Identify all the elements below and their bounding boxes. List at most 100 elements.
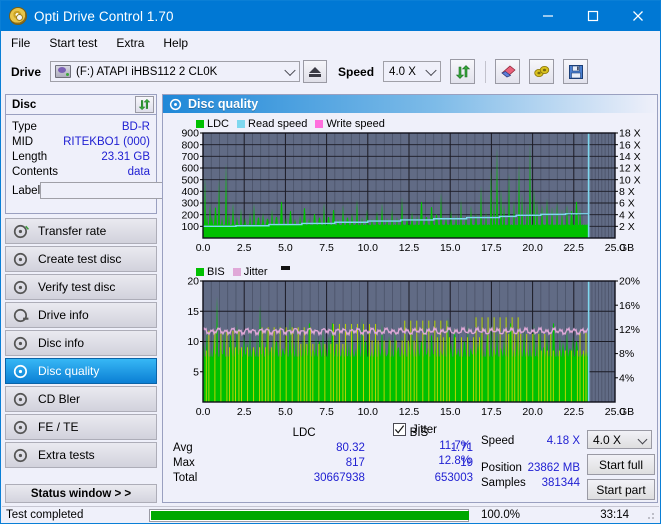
svg-text:GB: GB [619, 242, 634, 254]
save-button[interactable] [563, 59, 589, 84]
progress-bar-fill [151, 510, 469, 520]
sidebar-item-verify-test-disc[interactable]: Verify test disc [5, 274, 157, 300]
speed-select[interactable]: 4.0 X [383, 61, 442, 82]
elapsed-time: 33:14 [600, 509, 629, 521]
disc-quality-icon [169, 98, 182, 110]
disc-icon [13, 420, 28, 434]
disc-icon [13, 224, 29, 238]
svg-text:18 X: 18 X [619, 128, 641, 140]
svg-text:2.5: 2.5 [237, 242, 252, 254]
menu-file[interactable]: File [11, 36, 30, 50]
svg-text:6 X: 6 X [619, 198, 635, 210]
plug-button[interactable] [529, 59, 555, 84]
status-window-button[interactable]: Status window > > [5, 484, 157, 503]
sidebar-item-extra-tests[interactable]: Extra tests [5, 442, 157, 468]
avg-ldc-value: 80.32 [336, 441, 365, 454]
maximize-icon[interactable] [570, 1, 615, 31]
sidebar-item-label: Disc info [38, 336, 85, 350]
panel-header: Disc quality [163, 95, 657, 113]
svg-text:5.0: 5.0 [278, 242, 293, 254]
svg-text:17.5: 17.5 [481, 242, 502, 254]
panel-title: Disc quality [188, 97, 259, 111]
start-part-button[interactable]: Start part [587, 479, 655, 500]
svg-text:10.0: 10.0 [358, 242, 379, 254]
jitter-checkbox[interactable] [393, 423, 406, 436]
save-icon [568, 64, 583, 79]
disc-row-mid: MID RITEKBO1 (000) [12, 134, 150, 149]
speed-select-bottom[interactable]: 4.0 X [587, 430, 652, 449]
svg-text:12.5: 12.5 [399, 406, 420, 418]
legend-swatch-jitter [232, 267, 241, 276]
eraser-icon [500, 65, 516, 77]
svg-text:400: 400 [181, 186, 199, 198]
table-row: Total 30667938 653003 [173, 470, 473, 485]
disc-type-label: Type [12, 120, 37, 133]
disc-row-length: Length 23.31 GB [12, 149, 150, 164]
sidebar-item-disc-quality[interactable]: Disc quality [5, 358, 157, 384]
minimize-icon[interactable] [525, 1, 570, 31]
status-bar: Test completed 100.0% 33:14 [2, 506, 659, 523]
eject-button[interactable] [303, 60, 328, 83]
sidebar-item-label: FE / TE [38, 420, 79, 434]
disc-refresh-button[interactable] [135, 96, 154, 113]
svg-text:2 X: 2 X [619, 221, 635, 233]
sidebar-item-fe-te[interactable]: FE / TE [5, 414, 157, 440]
disc-icon [13, 280, 28, 294]
drive-select[interactable]: (F:) ATAPI iHBS112 2 CL0K [50, 61, 301, 82]
sidebar-item-disc-info[interactable]: Disc info [5, 330, 157, 356]
svg-text:12.5: 12.5 [399, 242, 420, 254]
sidebar-item-transfer-rate[interactable]: Transfer rate [5, 218, 157, 244]
svg-text:22.5: 22.5 [564, 242, 585, 254]
svg-text:2.5: 2.5 [237, 406, 252, 418]
progress-bar [149, 508, 469, 522]
sidebar-item-label: Create test disc [38, 252, 122, 266]
sidebar-item-label: Disc quality [38, 364, 100, 378]
position-value: 23862 MB [527, 462, 580, 474]
menu-extra[interactable]: Extra [116, 36, 144, 50]
svg-text:0.0: 0.0 [196, 406, 211, 418]
drive-icon [55, 65, 72, 78]
refresh-button[interactable] [450, 59, 476, 84]
erase-button[interactable] [495, 59, 521, 84]
close-icon[interactable] [615, 1, 660, 31]
drive-label: Drive [11, 64, 42, 79]
sidebar-item-create-test-disc[interactable]: Create test disc [5, 246, 157, 272]
chevron-down-icon [425, 64, 437, 76]
svg-text:16 X: 16 X [619, 139, 641, 151]
start-full-button[interactable]: Start full [587, 454, 655, 475]
menu-start-test[interactable]: Start test [49, 36, 97, 50]
sidebar-item-label: Drive info [38, 308, 89, 322]
sidebar-item-label: Verify test disc [38, 280, 116, 294]
toolbar-separator [485, 60, 487, 83]
sidebar-item-drive-info[interactable]: Drive info [5, 302, 157, 328]
check-icon [394, 425, 405, 434]
speed-readout-label: Speed [481, 435, 515, 447]
sidebar-item-cd-bler[interactable]: CD Bler [5, 386, 157, 412]
menu-bar: File Start test Extra Help [2, 31, 659, 54]
svg-text:22.5: 22.5 [564, 406, 585, 418]
menu-help[interactable]: Help [163, 36, 188, 50]
total-bis-value: 653003 [434, 471, 473, 484]
disc-label-label: Label [12, 184, 41, 197]
svg-text:100: 100 [181, 221, 199, 233]
avg-jitter-value: 11.7% [439, 440, 471, 452]
speed-select-bottom-value: 4.0 X [593, 432, 622, 447]
jitter-toggle[interactable]: Jitter [393, 423, 437, 436]
disc-panel-header: Disc [6, 95, 156, 115]
disc-contents-value: data [127, 165, 150, 178]
resize-grip-icon[interactable] [645, 510, 657, 522]
disc-label-row: Label [12, 181, 243, 200]
disc-length-value: 23.31 GB [101, 150, 150, 163]
toolbar: Drive (F:) ATAPI iHBS112 2 CL0K Speed 4.… [2, 54, 659, 89]
total-ldc-value: 30667938 [313, 471, 365, 484]
svg-text:17.5: 17.5 [481, 406, 502, 418]
samples-value: 381344 [541, 477, 580, 489]
row-label-avg: Avg [173, 441, 193, 454]
scrollbar-marker [280, 266, 290, 270]
max-ldc-value: 817 [345, 456, 365, 469]
ldc-chart: 1002003004005006007008009002 X4 X6 X8 X1… [181, 128, 641, 254]
svg-text:300: 300 [181, 198, 199, 210]
svg-text:8 X: 8 X [619, 186, 635, 198]
svg-text:0.0: 0.0 [196, 242, 211, 254]
speed-select-value: 4.0 X [389, 65, 416, 78]
